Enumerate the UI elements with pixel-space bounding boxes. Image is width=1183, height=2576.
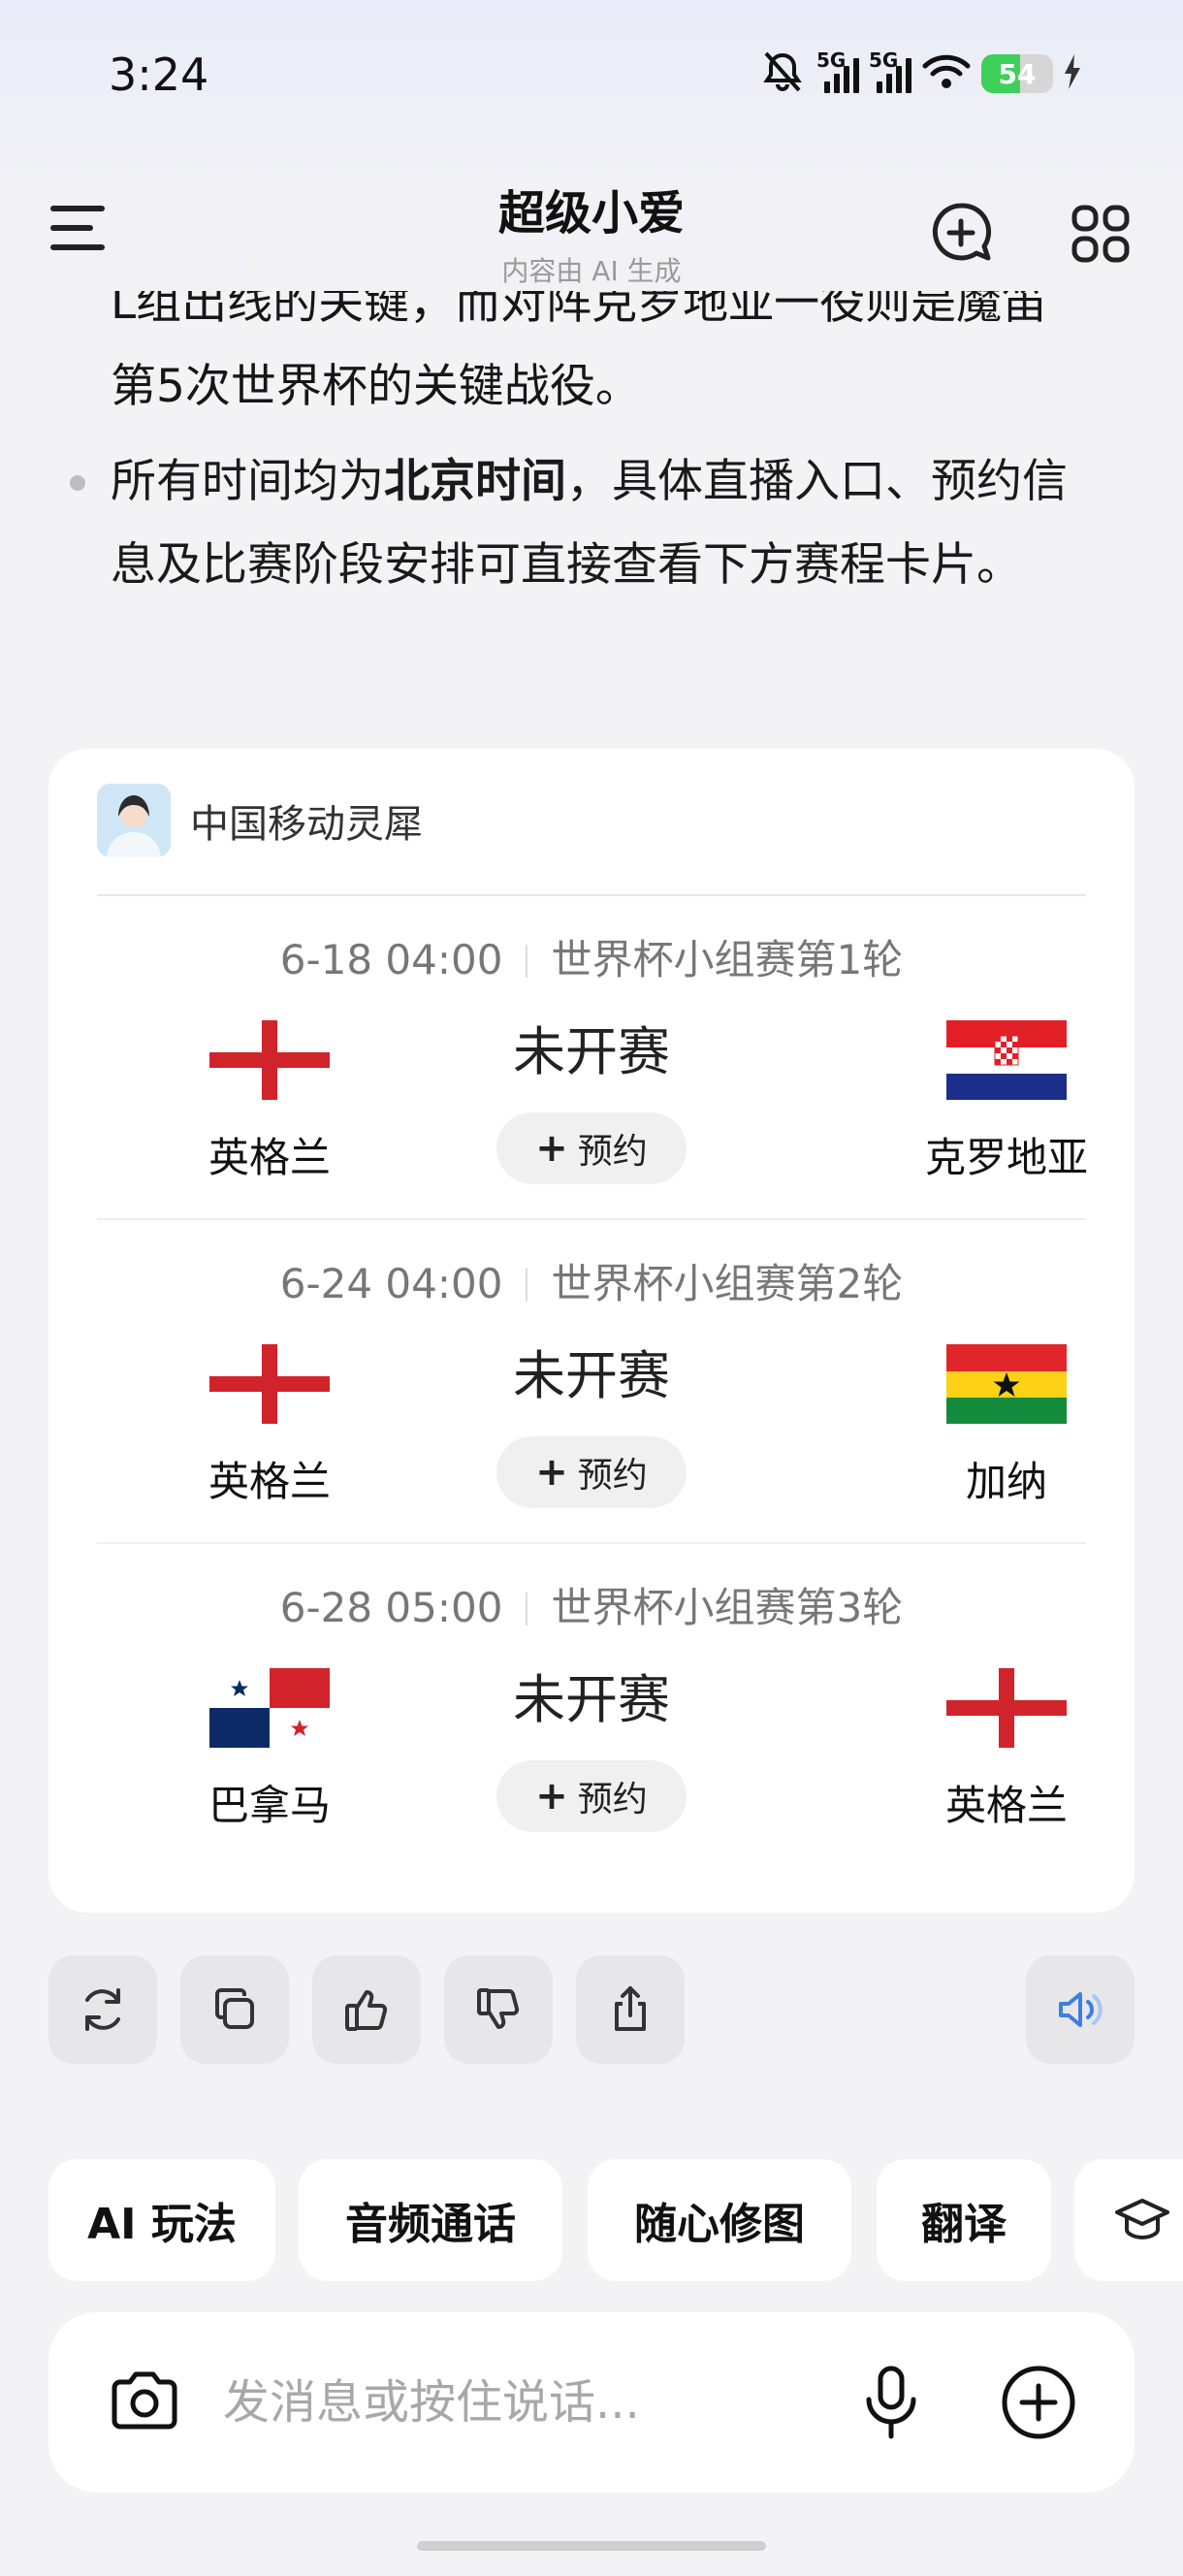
status-time: 3:24 [109, 48, 209, 101]
message-actions [48, 1955, 1135, 2064]
assistant-message: L组出线的关键，而对阵克罗地亚一役则是魔笛第5次世界杯的关键战役。 所有时间均为… [0, 291, 1183, 718]
book-button[interactable]: + 预约 [496, 1436, 687, 1508]
ghana-flag-icon [946, 1344, 1067, 1424]
team-name: 英格兰 [944, 1782, 1068, 1829]
match-state: 未开赛 [513, 1345, 670, 1406]
croatia-flag-icon [946, 1020, 1067, 1100]
provider-name: 中国移动灵犀 [190, 802, 423, 847]
england-flag-icon [209, 1344, 330, 1424]
team-name: 克罗地亚 [924, 1134, 1088, 1181]
schedule-card[interactable]: 中国移动灵犀 6-18 04:00 世界杯小组赛第1轮 英格兰 未开赛 +预约 [48, 749, 1135, 1913]
match-stage: 世界杯小组赛第3轮 [551, 1584, 904, 1631]
chip-ai-play[interactable]: AI 玩法 [48, 2159, 275, 2281]
panama-flag-icon [209, 1668, 330, 1748]
match-row[interactable]: 6-18 04:00 世界杯小组赛第1轮 英格兰 未开赛 + 预约 克罗地亚 [48, 896, 1135, 1220]
add-attachment-icon[interactable] [995, 2359, 1082, 2446]
provider-row: 中国移动灵犀 [97, 784, 423, 857]
dislike-button[interactable] [444, 1955, 553, 2064]
microphone-icon[interactable] [847, 2359, 935, 2446]
mute-bell-icon [758, 49, 807, 98]
home-indicator[interactable] [417, 2541, 766, 2551]
match-state: 未开赛 [513, 1021, 670, 1082]
message-input-bar[interactable]: 发消息或按住说话... [48, 2312, 1135, 2493]
chip-voice-call[interactable]: 音频通话 [299, 2159, 562, 2281]
camera-icon[interactable] [101, 2359, 188, 2446]
match-stage: 世界杯小组赛第1轮 [551, 936, 904, 983]
match-state: 未开赛 [513, 1669, 670, 1730]
charging-icon [1063, 54, 1082, 93]
signal-2-icon: 5G [869, 48, 911, 93]
match-status: 未开赛 + 预约 [436, 1009, 747, 1184]
home-team[interactable]: 英格兰 [173, 1344, 367, 1508]
team-name: 英格兰 [208, 1458, 331, 1505]
message-input[interactable]: 发消息或按住说话... [223, 2312, 640, 2493]
apps-grid-icon[interactable] [1067, 200, 1135, 268]
chip-translate[interactable]: 翻译 [877, 2159, 1051, 2281]
match-time: 6-24 04:00 [279, 1260, 503, 1307]
away-team[interactable]: 加纳 [910, 1344, 1103, 1508]
team-name: 巴拿马 [208, 1782, 331, 1829]
england-flag-icon [209, 1020, 330, 1100]
away-team[interactable]: 克罗地亚 [910, 1020, 1103, 1184]
message-bullet: 所有时间均为北京时间，具体直播入口、预约信息及比赛阶段安排可直接查看下方赛程卡片… [0, 440, 1183, 607]
title-block: 超级小爱 内容由 AI 生成 [0, 175, 1183, 289]
book-button[interactable]: + 预约 [496, 1112, 687, 1184]
wifi-icon [921, 52, 972, 95]
book-button[interactable]: + 预约 [496, 1760, 687, 1832]
match-stage: 世界杯小组赛第2轮 [551, 1260, 904, 1307]
thumbs-up-icon [345, 1990, 388, 2031]
share-icon [615, 1986, 646, 2031]
status-icons: 5G 5G 54 [758, 47, 1082, 101]
app-header: 超级小爱 内容由 AI 生成 [0, 165, 1183, 291]
match-header: 6-24 04:00 世界杯小组赛第2轮 [48, 1251, 1135, 1310]
match-header: 6-28 05:00 世界杯小组赛第3轮 [48, 1575, 1135, 1634]
copy-button[interactable] [180, 1955, 289, 2064]
regenerate-button[interactable] [48, 1955, 157, 2064]
new-chat-icon[interactable] [927, 200, 995, 268]
speaker-icon [1059, 1992, 1103, 2027]
message-paragraph: L组出线的关键，而对阵克罗地亚一役则是魔笛第5次世界杯的关键战役。 [111, 291, 1048, 413]
refresh-icon [85, 1988, 120, 2031]
home-team[interactable]: 英格兰 [173, 1020, 367, 1184]
bullet-dot [70, 475, 85, 491]
match-time: 6-18 04:00 [279, 936, 503, 983]
match-row[interactable]: 6-24 04:00 世界杯小组赛第2轮 英格兰 未开赛 + 预约 加纳 [48, 1220, 1135, 1544]
graduation-cap-icon [1115, 2199, 1169, 2240]
quick-actions: AI 玩法 音频通话 随心修图 翻译 [48, 2159, 1183, 2281]
chip-photo-edit[interactable]: 随心修图 [588, 2159, 851, 2281]
like-button[interactable] [312, 1955, 421, 2064]
page-subtitle: 内容由 AI 生成 [501, 255, 682, 287]
england-flag-icon [946, 1668, 1067, 1748]
team-name: 英格兰 [208, 1134, 331, 1181]
provider-avatar [97, 784, 171, 857]
away-team[interactable]: 英格兰 [910, 1668, 1103, 1832]
match-header: 6-18 04:00 世界杯小组赛第1轮 [48, 927, 1135, 986]
chip-education[interactable] [1074, 2159, 1183, 2281]
status-bar: 3:24 5G 5G 54 [0, 0, 1183, 145]
match-row[interactable]: 6-28 05:00 世界杯小组赛第3轮 巴拿马 未开赛 + 预约 英格兰 [48, 1544, 1135, 1868]
page-title: 超级小爱 [497, 186, 685, 241]
match-status: 未开赛 + 预约 [436, 1657, 747, 1832]
match-time: 6-28 05:00 [279, 1584, 503, 1631]
share-button[interactable] [576, 1955, 685, 2064]
thumbs-down-icon [477, 1988, 520, 2029]
home-team[interactable]: 巴拿马 [173, 1668, 367, 1832]
match-status: 未开赛 + 预约 [436, 1333, 747, 1508]
read-aloud-button[interactable] [1026, 1955, 1135, 2064]
signal-1-icon: 5G [816, 48, 859, 93]
team-name: 加纳 [965, 1458, 1047, 1505]
battery-icon: 54 [981, 54, 1053, 93]
copy-icon [215, 1988, 254, 2029]
